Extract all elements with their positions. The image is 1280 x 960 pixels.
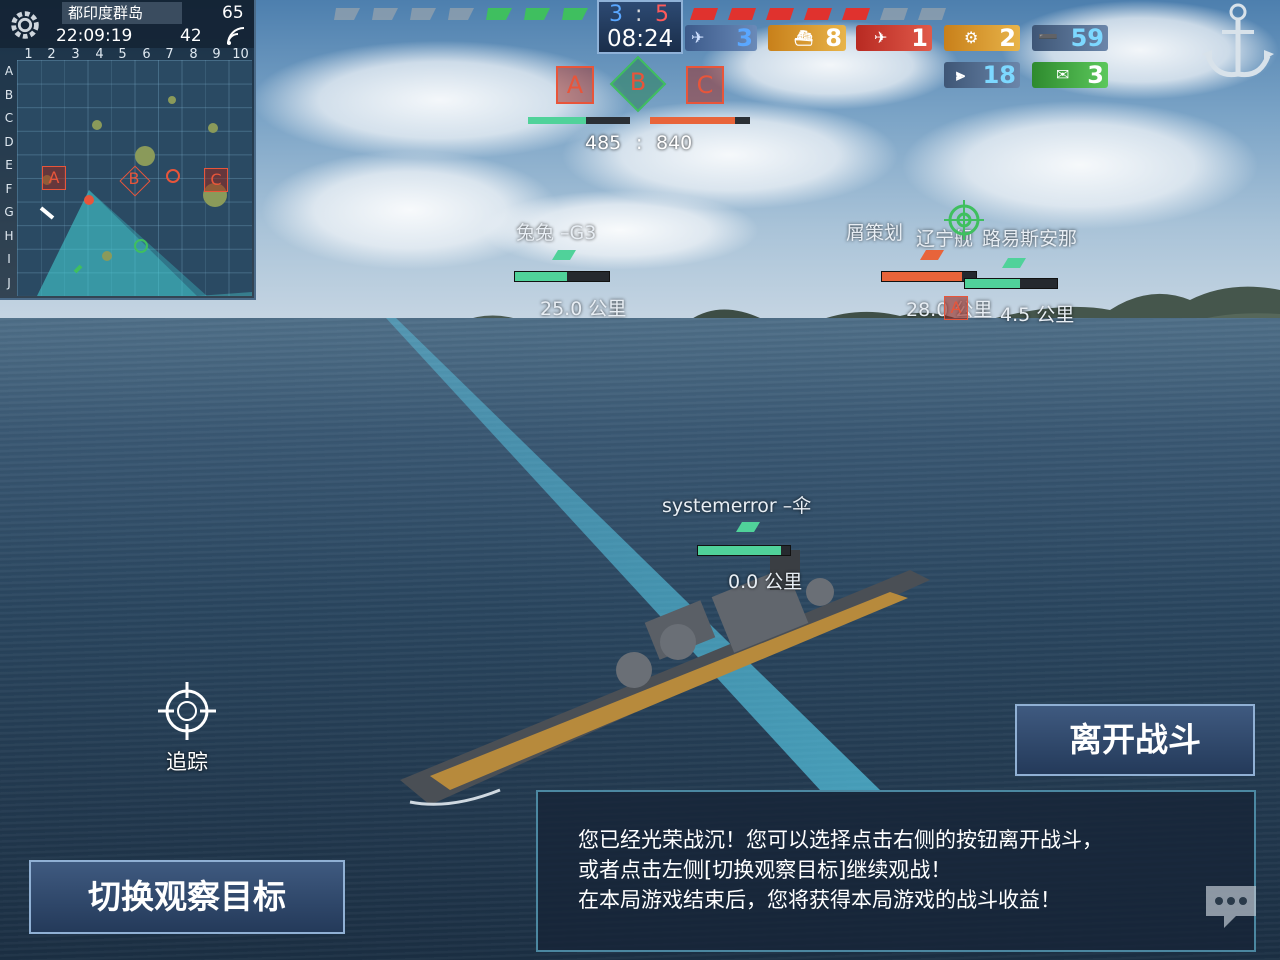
stat-chip-gear: ⚙ 2 [944,25,1020,51]
destroyer-icon: ⛴ [794,29,814,47]
stat-value: 8 [825,24,842,52]
stat-value: 59 [1070,24,1104,52]
gear-icon[interactable] [6,6,44,44]
team-points-blue: 485 [585,132,622,154]
fps-counter: 65 [222,3,244,23]
stat-chip-shell: ⫸ 18 [944,62,1020,88]
gear-icon: ⚙ [964,28,979,47]
minimap[interactable]: 都印度群岛 22:09:19 65 42 1 2 3 4 5 6 7 8 9 1… [0,0,256,300]
ship-distance: 25.0 公里 [540,298,627,320]
team-red-ships-indicator [690,8,946,20]
shell-icon: ⫸ [956,65,966,84]
anchor-icon[interactable] [1202,2,1274,84]
mail-icon: ✉ [1056,65,1070,84]
stat-chip-destroyer: ⛴ 8 [768,25,846,51]
ship-name: 兔兔 –G3 [516,222,597,244]
stat-chip-torpedo: ➖ 59 [1032,25,1108,51]
stat-value: 2 [999,24,1016,52]
battleship [400,550,930,806]
minimap-row: A [4,64,14,78]
message-line: 或者点击左侧[切换观察目标]继续观战！ [578,858,952,882]
ship-hp-bar [881,271,977,282]
team-blue-ships-indicator [334,8,588,20]
minimap-point-a: A [42,166,66,190]
message-line: 在本局游戏结束后，您将获得本局游戏的战斗收益！ [578,888,1061,912]
team-points-bar-red [650,117,750,124]
objective-marker-a: A [944,296,968,320]
ship-icon [736,522,760,532]
player-hp-bar [697,545,791,556]
score-panel: 3 : 5 08:24 [597,0,683,54]
minimap-row: I [7,252,11,266]
match-timer: 08:24 [607,26,674,52]
team-points-red: 840 [656,132,693,154]
ship-name: 路易斯安那 [982,228,1078,250]
signal-icon [227,27,245,45]
ping-counter: 42 [180,26,202,46]
objective-b: B [629,68,647,96]
ship-name: 屑策划 [846,222,904,244]
minimap-point-b: B [128,169,140,188]
score-separator: : [635,2,643,27]
minimap-point-c: C [204,168,228,192]
minimap-row: G [4,205,14,219]
minimap-row: H [4,229,14,243]
minimap-row: F [5,182,13,196]
score-red: 5 [655,2,669,27]
team-points-bar-blue [528,117,630,124]
objective-c: C [686,66,724,104]
minimap-row: C [4,111,14,125]
track-label[interactable]: 追踪 [156,746,218,776]
message-line: 您已经光荣战沉！您可以选择点击右侧的按钮离开战斗， [578,828,1103,852]
ship-icon [1002,258,1026,268]
player-ship-name: systemerror –伞 [662,495,812,517]
stat-value: 18 [982,61,1016,89]
stat-chip-carrier: ✈ 1 [856,25,932,51]
score-blue: 3 [609,2,623,27]
objective-a: A [556,66,594,104]
torpedo-icon: ➖ [1038,27,1058,46]
ship-hp-bar [514,271,610,282]
stat-chip-plane: ✈ 3 [685,25,757,51]
stat-value: 1 [911,24,928,52]
stat-value: 3 [736,24,753,52]
switch-target-button[interactable]: 切换观察目标 [29,860,345,934]
track-crosshair-icon[interactable] [156,680,218,742]
ship-icon [552,250,576,260]
minimap-row: E [5,158,13,172]
minimap-row: D [4,135,14,149]
team-points-separator: : [636,132,643,154]
minimap-header: 都印度群岛 22:09:19 65 42 [0,0,254,48]
leave-battle-button[interactable]: 离开战斗 [1015,704,1255,776]
minimap-row: J [7,276,11,290]
player-ship-distance: 0.0 公里 [728,571,803,593]
defeat-message-panel: 您已经光荣战沉！您可以选择点击右侧的按钮离开战斗， 或者点击左侧[切换观察目标]… [536,790,1256,952]
chat-icon[interactable] [1202,882,1260,932]
stat-value: 3 [1087,61,1104,89]
ship-distance: 4.5 公里 [1000,304,1075,326]
stat-chip-mail: ✉ 3 [1032,62,1108,88]
plane-icon: ✈ [691,28,705,47]
minimap-row: B [4,88,14,102]
ship-hp-bar [964,278,1058,289]
target-lock-icon [944,200,984,240]
map-name: 都印度群岛 [62,2,182,24]
clock: 22:09:19 [56,26,133,46]
carrier-icon: ✈ [874,28,888,47]
